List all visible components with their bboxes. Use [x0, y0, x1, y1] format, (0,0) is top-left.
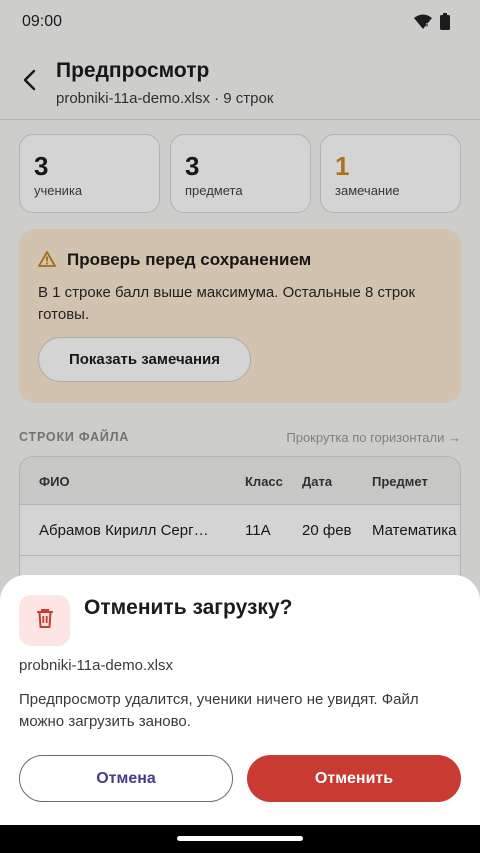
sheet-description: Предпросмотр удалится, ученики ничего не… [19, 691, 419, 730]
trash-icon [35, 607, 55, 634]
confirm-cancel-upload-button[interactable]: Отменить [247, 755, 461, 802]
cancel-upload-sheet: Отменить загрузку? probniki-11a-demo.xls… [0, 575, 480, 825]
preview-screen: 09:00 Предпросмотр probniki-11a-demo.xls… [0, 0, 480, 853]
sheet-file-name: probniki-11a-demo.xlsx [19, 657, 173, 674]
cancel-button[interactable]: Отмена [19, 755, 233, 802]
gesture-handle[interactable] [177, 836, 303, 841]
trash-icon-container [19, 595, 70, 646]
navigation-bar [0, 825, 480, 853]
sheet-title: Отменить загрузку? [84, 596, 293, 619]
